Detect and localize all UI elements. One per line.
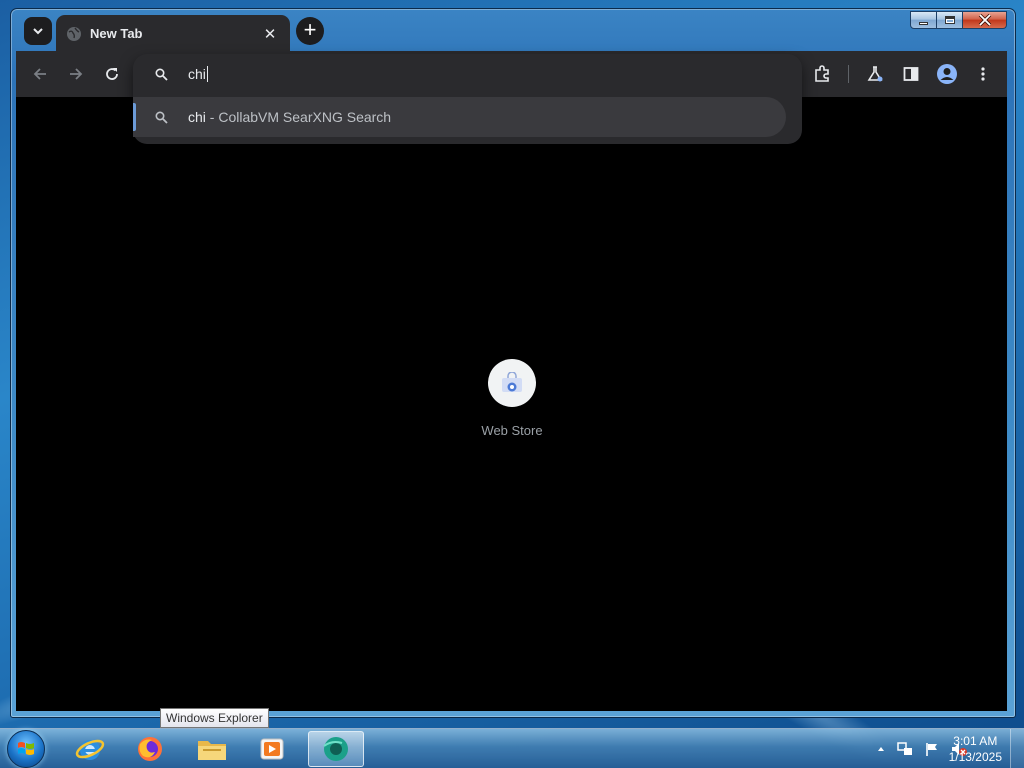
extensions-button[interactable] xyxy=(811,63,833,85)
shortcut-web-store[interactable]: Web Store xyxy=(481,359,543,438)
media-player-icon xyxy=(260,738,284,760)
close-window-button[interactable] xyxy=(963,11,1007,29)
clock-time: 3:01 AM xyxy=(953,734,998,748)
forward-button[interactable] xyxy=(65,63,87,85)
globe-icon xyxy=(67,26,81,41)
back-arrow-icon xyxy=(33,68,46,80)
action-center-flag-icon[interactable] xyxy=(924,741,940,757)
new-tab-page: Web Store xyxy=(16,97,1007,711)
shortcut-label: Web Store xyxy=(481,423,543,438)
tab-new-tab[interactable]: New Tab ✕ xyxy=(56,15,290,52)
side-panel-icon xyxy=(903,67,919,81)
menu-button[interactable] xyxy=(972,63,994,85)
firefox-icon xyxy=(138,737,162,761)
suggestion-row[interactable]: chi - CollabVM SearXNG Search xyxy=(133,97,786,137)
network-icon[interactable] xyxy=(896,741,914,757)
taskbar-firefox[interactable] xyxy=(122,731,178,767)
flask-icon xyxy=(867,66,883,82)
search-icon xyxy=(155,68,168,81)
taskbar-chromium[interactable] xyxy=(308,731,364,767)
taskbar-media-player[interactable] xyxy=(244,731,300,767)
taskbar-tooltip: Windows Explorer xyxy=(160,708,269,728)
minimize-button[interactable] xyxy=(910,11,937,29)
suggestion-text: chi - CollabVM SearXNG Search xyxy=(188,109,391,125)
profile-avatar-icon xyxy=(937,64,957,84)
taskbar: 3:01 AM 1/13/2025 xyxy=(0,728,1024,768)
start-button[interactable] xyxy=(7,730,45,768)
profile-button[interactable] xyxy=(936,63,958,85)
forward-arrow-icon xyxy=(70,68,83,80)
maximize-button[interactable] xyxy=(937,11,963,29)
address-input-text[interactable]: chi xyxy=(188,66,208,82)
folder-icon xyxy=(198,741,226,760)
tab-search-button[interactable] xyxy=(24,17,52,45)
maximize-icon xyxy=(944,16,955,24)
caption-buttons xyxy=(910,11,1007,29)
shortcut-tile xyxy=(488,359,536,407)
clock-date: 1/13/2025 xyxy=(948,750,1002,764)
address-input-value: chi xyxy=(188,66,206,82)
chevron-down-icon xyxy=(33,28,43,35)
webstore-icon xyxy=(502,372,522,392)
new-tab-button[interactable]: + xyxy=(296,17,324,45)
system-clock[interactable]: 3:01 AM 1/13/2025 xyxy=(949,733,1002,765)
taskbar-internet-explorer[interactable] xyxy=(62,731,118,767)
text-caret xyxy=(206,66,208,82)
reload-icon xyxy=(106,68,118,80)
labs-button[interactable] xyxy=(864,63,886,85)
minimize-icon xyxy=(919,21,928,25)
tab-title: New Tab xyxy=(90,26,143,41)
back-button[interactable] xyxy=(29,63,51,85)
suggestion-query: chi xyxy=(188,109,206,125)
show-hidden-icons-icon[interactable] xyxy=(876,744,886,754)
chromium-icon xyxy=(323,737,348,761)
address-bar[interactable]: chi xyxy=(133,54,802,94)
side-panel-button[interactable] xyxy=(900,63,922,85)
windows-logo-icon xyxy=(18,742,34,755)
ie-icon xyxy=(75,739,105,760)
omnibox-dropdown: chi chi - CollabVM SearXNG Search xyxy=(133,54,802,144)
reload-button[interactable] xyxy=(101,63,123,85)
search-icon xyxy=(155,111,168,124)
suggestion-suffix: - CollabVM SearXNG Search xyxy=(205,109,392,125)
toolbar-divider xyxy=(848,65,849,83)
close-icon xyxy=(978,14,991,26)
taskbar-windows-explorer[interactable] xyxy=(184,731,240,767)
kebab-menu-icon xyxy=(981,67,985,81)
show-desktop-button[interactable] xyxy=(1010,729,1024,768)
puzzle-icon xyxy=(815,65,829,82)
tab-close-button[interactable]: ✕ xyxy=(260,25,280,43)
